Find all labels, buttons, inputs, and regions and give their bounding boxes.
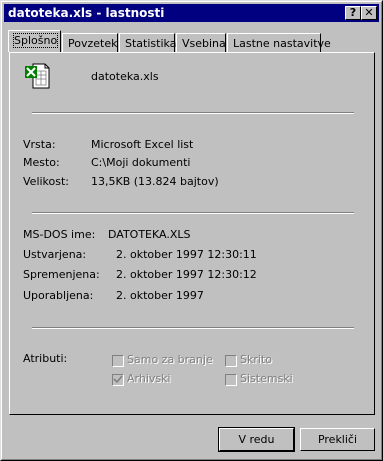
ok-button[interactable]: V redu xyxy=(218,427,295,452)
close-button[interactable]: ✕ xyxy=(361,6,377,20)
accessed-label: Uporabljena: xyxy=(23,289,94,302)
tab-vsebina[interactable]: Vsebina xyxy=(176,33,226,52)
modified-value: 2. oktober 1997 12:30:12 xyxy=(116,268,257,281)
tab-povzetek[interactable]: Povzetek xyxy=(62,33,118,52)
readonly-label: Samo za branje xyxy=(127,353,213,366)
readonly-checkbox[interactable] xyxy=(112,355,124,367)
created-label: Ustvarjena: xyxy=(23,248,87,261)
accessed-value: 2. oktober 1997 xyxy=(116,289,204,302)
system-label: Sistemski xyxy=(240,372,293,385)
tab-splosno[interactable]: Splošno xyxy=(8,30,61,52)
location-label: Mesto: xyxy=(23,156,60,169)
tab-label: Statistika xyxy=(125,37,177,50)
excel-file-icon xyxy=(24,62,52,90)
divider xyxy=(32,212,354,214)
msdos-label: MS-DOS ime: xyxy=(23,228,96,241)
tab-panel-general: datoteka.xls Vrsta: Microsoft Excel list… xyxy=(9,52,375,415)
attributes-label: Atributi: xyxy=(23,352,68,365)
close-icon: ✕ xyxy=(364,6,374,19)
cancel-button[interactable]: Prekliči xyxy=(300,428,375,451)
divider xyxy=(32,112,354,114)
properties-dialog: datoteka.xls - lastnosti ? ✕ Splošno Pov… xyxy=(0,0,383,461)
file-name: datoteka.xls xyxy=(91,70,159,83)
tab-statistika[interactable]: Statistika xyxy=(119,33,177,52)
help-button[interactable]: ? xyxy=(345,6,361,20)
window-title: datoteka.xls - lastnosti xyxy=(8,6,165,20)
title-bar[interactable]: datoteka.xls - lastnosti ? ✕ xyxy=(4,4,379,22)
tab-label: Splošno xyxy=(12,33,59,48)
msdos-value: DATOTEKA.XLS xyxy=(108,228,191,241)
modified-label: Spremenjena: xyxy=(23,268,100,281)
hidden-checkbox[interactable] xyxy=(225,355,237,367)
type-value: Microsoft Excel list xyxy=(91,138,194,151)
archive-label: Arhivski xyxy=(127,372,171,385)
type-label: Vrsta: xyxy=(23,138,56,151)
system-checkbox[interactable] xyxy=(225,374,237,386)
hidden-label: Skrito xyxy=(240,353,272,366)
archive-checkbox[interactable] xyxy=(112,374,124,386)
tab-label: Lastne nastavitve xyxy=(233,37,331,50)
size-value: 13,5KB (13.824 bajtov) xyxy=(91,175,219,188)
created-value: 2. oktober 1997 12:30:11 xyxy=(116,248,257,261)
tab-lastne-nastavitve[interactable]: Lastne nastavitve xyxy=(227,33,331,52)
tab-label: Povzetek xyxy=(68,37,118,50)
check-mark-icon xyxy=(113,375,123,384)
size-label: Velikost: xyxy=(23,175,70,188)
tab-label: Vsebina xyxy=(182,37,226,50)
divider xyxy=(32,327,354,329)
location-value: C:\Moji dokumenti xyxy=(91,156,191,169)
